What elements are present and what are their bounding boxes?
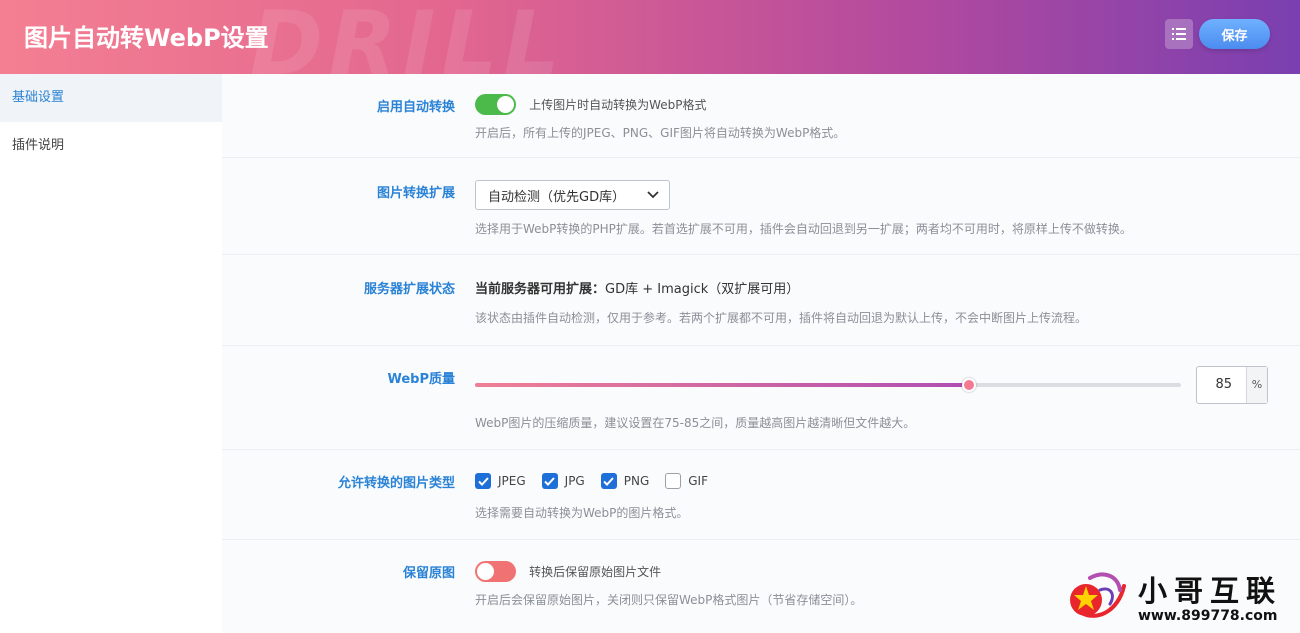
- keep-original-toggle-text: 转换后保留原始图片文件: [529, 565, 662, 579]
- setting-desc-server-status: 该状态由插件自动检测，仅用于参考。若两个扩展都不可用，插件将自动回退为默认上传，…: [475, 311, 1088, 325]
- header-bar: DRILL 图片自动转WebP设置 保存: [0, 0, 1300, 74]
- setting-desc-types: 选择需要自动转换为WebP的图片格式。: [475, 506, 689, 520]
- extension-select[interactable]: 自动检测（优先GD库）: [475, 180, 670, 210]
- setting-row-server-status: 服务器扩展状态 当前服务器可用扩展：GD库 + Imagick（双扩展可用） 该…: [222, 255, 1300, 346]
- checkbox-jpg-label: JPG: [564, 474, 585, 488]
- logo-url: www.899778.com: [1138, 608, 1278, 624]
- extension-field: 自动检测（优先GD库）: [475, 180, 670, 210]
- enable-field: 上传图片时自动转换为WebP格式: [475, 94, 707, 115]
- page-title: 图片自动转WebP设置: [24, 24, 269, 52]
- setting-row-types: 允许转换的图片类型 JPEG JPG PNG GIF 选择需要自动转换为WebP…: [222, 450, 1300, 540]
- extension-selected-value: 自动检测（优先GD库）: [488, 189, 626, 205]
- sidebar-item-basic-settings[interactable]: 基础设置: [0, 74, 222, 122]
- check-icon: [477, 476, 489, 486]
- setting-label-extension: 图片转换扩展: [376, 186, 455, 201]
- checkbox-jpeg-box[interactable]: [475, 473, 491, 489]
- checkbox-jpeg[interactable]: JPEG: [475, 473, 526, 489]
- checkbox-jpg[interactable]: JPG: [541, 473, 585, 489]
- quality-value: 85: [1215, 377, 1232, 392]
- toggle-knob: [477, 563, 494, 580]
- setting-desc-quality: WebP图片的压缩质量，建议设置在75-85之间，质量越高图片越清晰但文件越大。: [475, 416, 916, 430]
- checkbox-png-box[interactable]: [600, 473, 617, 489]
- enable-toggle-text: 上传图片时自动转换为WebP格式: [529, 98, 707, 112]
- setting-label-server-status: 服务器扩展状态: [363, 282, 455, 297]
- header-watermark: DRILL: [250, 0, 566, 74]
- checkbox-gif-label: GIF: [688, 474, 708, 488]
- setting-desc-keep-original: 开启后会保留原始图片，关闭则只保留WebP格式图片（节省存储空间）。: [475, 593, 863, 607]
- setting-row-extension: 图片转换扩展 自动检测（优先GD库） 选择用于WebP转换的PHP扩展。若首选扩…: [222, 158, 1300, 255]
- server-status-value: GD库 + Imagick（双扩展可用）: [605, 282, 800, 297]
- setting-label-types: 允许转换的图片类型: [337, 476, 455, 491]
- settings-panel: 启用自动转换 上传图片时自动转换为WebP格式 开启后，所有上传的JPEG、PN…: [222, 74, 1300, 633]
- setting-label-enable: 启用自动转换: [376, 100, 455, 115]
- checkbox-png-label: PNG: [623, 474, 650, 488]
- server-status-prefix: 当前服务器可用扩展：: [475, 282, 606, 297]
- list-icon: [1172, 28, 1186, 40]
- checkbox-png[interactable]: PNG: [600, 473, 650, 489]
- types-checkbox-group: JPEG JPG PNG GIF: [475, 473, 724, 489]
- checkbox-jpeg-label: JPEG: [498, 474, 526, 488]
- sidebar-item-plugin-info[interactable]: 插件说明: [0, 122, 222, 170]
- site-logo: 小哥互联 www.899778.com: [1066, 566, 1290, 628]
- setting-label-quality: WebP质量: [387, 372, 455, 387]
- check-icon: [603, 476, 614, 486]
- save-button[interactable]: 保存: [1199, 19, 1270, 49]
- enable-toggle[interactable]: [475, 94, 516, 115]
- toggle-knob: [497, 96, 514, 113]
- chevron-down-icon: [647, 191, 659, 199]
- setting-row-quality: WebP质量 85 % WebP图片的压缩质量，建议设置在75-85之间，质量越…: [222, 346, 1300, 450]
- logo-mark-icon: [1070, 572, 1126, 618]
- checkbox-gif[interactable]: GIF: [665, 473, 708, 489]
- keep-original-toggle[interactable]: [475, 561, 516, 582]
- checkbox-gif-box[interactable]: [665, 473, 682, 489]
- quality-number-input[interactable]: 85 %: [1196, 366, 1268, 404]
- quality-unit: %: [1246, 367, 1267, 403]
- check-icon: [544, 476, 555, 486]
- keep-original-field: 转换后保留原始图片文件: [475, 561, 661, 582]
- checkbox-jpg-box[interactable]: [541, 473, 558, 489]
- list-icon-button[interactable]: [1165, 19, 1193, 49]
- quality-slider-thumb[interactable]: [962, 378, 976, 392]
- setting-desc-extension: 选择用于WebP转换的PHP扩展。若首选扩展不可用，插件会自动回退到另一扩展；两…: [475, 222, 1132, 236]
- setting-desc-enable: 开启后，所有上传的JPEG、PNG、GIF图片将自动转换为WebP格式。: [475, 126, 846, 140]
- quality-slider[interactable]: [475, 378, 1181, 392]
- server-status-field: 当前服务器可用扩展：GD库 + Imagick（双扩展可用）: [475, 278, 799, 297]
- logo-name: 小哥互联: [1138, 574, 1283, 608]
- quality-slider-fill: [475, 383, 969, 387]
- sidebar: 基础设置 插件说明: [0, 74, 222, 633]
- setting-row-enable: 启用自动转换 上传图片时自动转换为WebP格式 开启后，所有上传的JPEG、PN…: [222, 74, 1300, 158]
- setting-label-keep-original: 保留原图: [402, 566, 455, 581]
